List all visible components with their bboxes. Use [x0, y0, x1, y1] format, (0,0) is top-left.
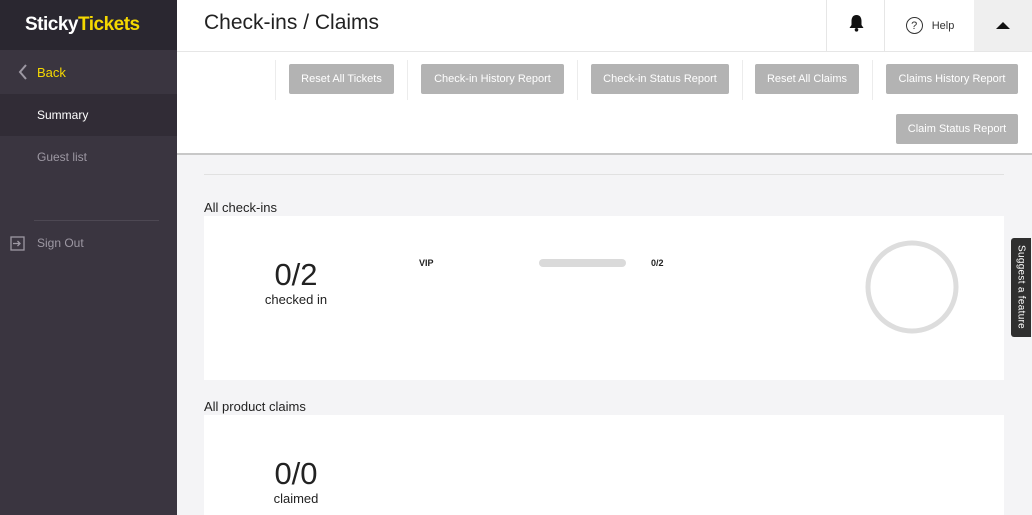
page-title: Check-ins / Claims [204, 11, 380, 34]
help-button[interactable]: ? Help [884, 0, 975, 51]
reset-all-claims-button[interactable]: Reset All Claims [755, 64, 859, 94]
back-label: Back [37, 64, 66, 80]
claims-section-title: All product claims [204, 399, 306, 414]
toolbar-separator [872, 60, 873, 100]
toolbar-separator [742, 60, 743, 100]
brand-logo-part1: Sticky [25, 14, 78, 35]
top-header: Check-ins / Claims ? Help [177, 0, 1032, 52]
toolbar-separator [275, 60, 276, 100]
chevron-left-icon [12, 64, 34, 80]
claim-status-report-button[interactable]: Claim Status Report [896, 114, 1018, 144]
notifications-button[interactable] [826, 0, 885, 51]
claims-count: 0/0 [274, 456, 318, 491]
question-icon: ? [905, 17, 923, 34]
sign-out-link[interactable]: Sign Out [0, 230, 187, 256]
ticket-progress-bar [539, 259, 626, 267]
sidebar: Sticky Tickets Back Summary Guest list Si… [0, 0, 177, 515]
checkins-section-title: All check-ins [204, 200, 277, 215]
sidebar-item-summary[interactable]: Summary [0, 94, 177, 136]
help-label: Help [931, 19, 955, 32]
sidebar-item-label: Summary [37, 108, 89, 122]
sidebar-divider [34, 220, 159, 221]
claims-count-label: claimed [273, 491, 319, 506]
ticket-count: 0/2 [651, 258, 664, 268]
checkin-history-report-button[interactable]: Check-in History Report [421, 64, 564, 94]
brand-logo[interactable]: Sticky Tickets [0, 0, 177, 50]
bell-icon [848, 14, 865, 37]
donut-track [865, 240, 959, 334]
toolbar-separator [407, 60, 408, 100]
sign-out-label: Sign Out [37, 236, 84, 250]
sign-out-icon [10, 235, 28, 251]
caret-up-icon [995, 17, 1011, 35]
ticket-type-label: VIP [419, 258, 434, 268]
action-toolbar: Reset All Tickets Check-in History Repor… [177, 52, 1032, 155]
checkins-card: 0/2 checked in VIP 0/2 [204, 216, 1004, 380]
reset-all-tickets-button[interactable]: Reset All Tickets [289, 64, 394, 94]
back-link[interactable]: Back [0, 50, 177, 94]
suggest-feature-label: Suggest a feature [1015, 245, 1027, 330]
claims-history-report-button[interactable]: Claims History Report [886, 64, 1018, 94]
content-divider [204, 174, 1004, 175]
collapse-toolbar-button[interactable] [974, 0, 1032, 51]
sidebar-item-label: Guest list [37, 150, 88, 164]
suggest-feature-tab[interactable]: Suggest a feature [1011, 238, 1031, 337]
checkins-count: 0/2 [274, 257, 318, 292]
checkins-count-label: checked in [264, 292, 328, 307]
toolbar-separator [577, 60, 578, 100]
sidebar-item-guest-list[interactable]: Guest list [0, 136, 177, 178]
brand-logo-part2: Tickets [77, 14, 140, 35]
checkin-status-report-button[interactable]: Check-in Status Report [591, 64, 729, 94]
checkins-donut-chart [865, 240, 959, 334]
claims-card: 0/0 claimed [204, 415, 1004, 515]
